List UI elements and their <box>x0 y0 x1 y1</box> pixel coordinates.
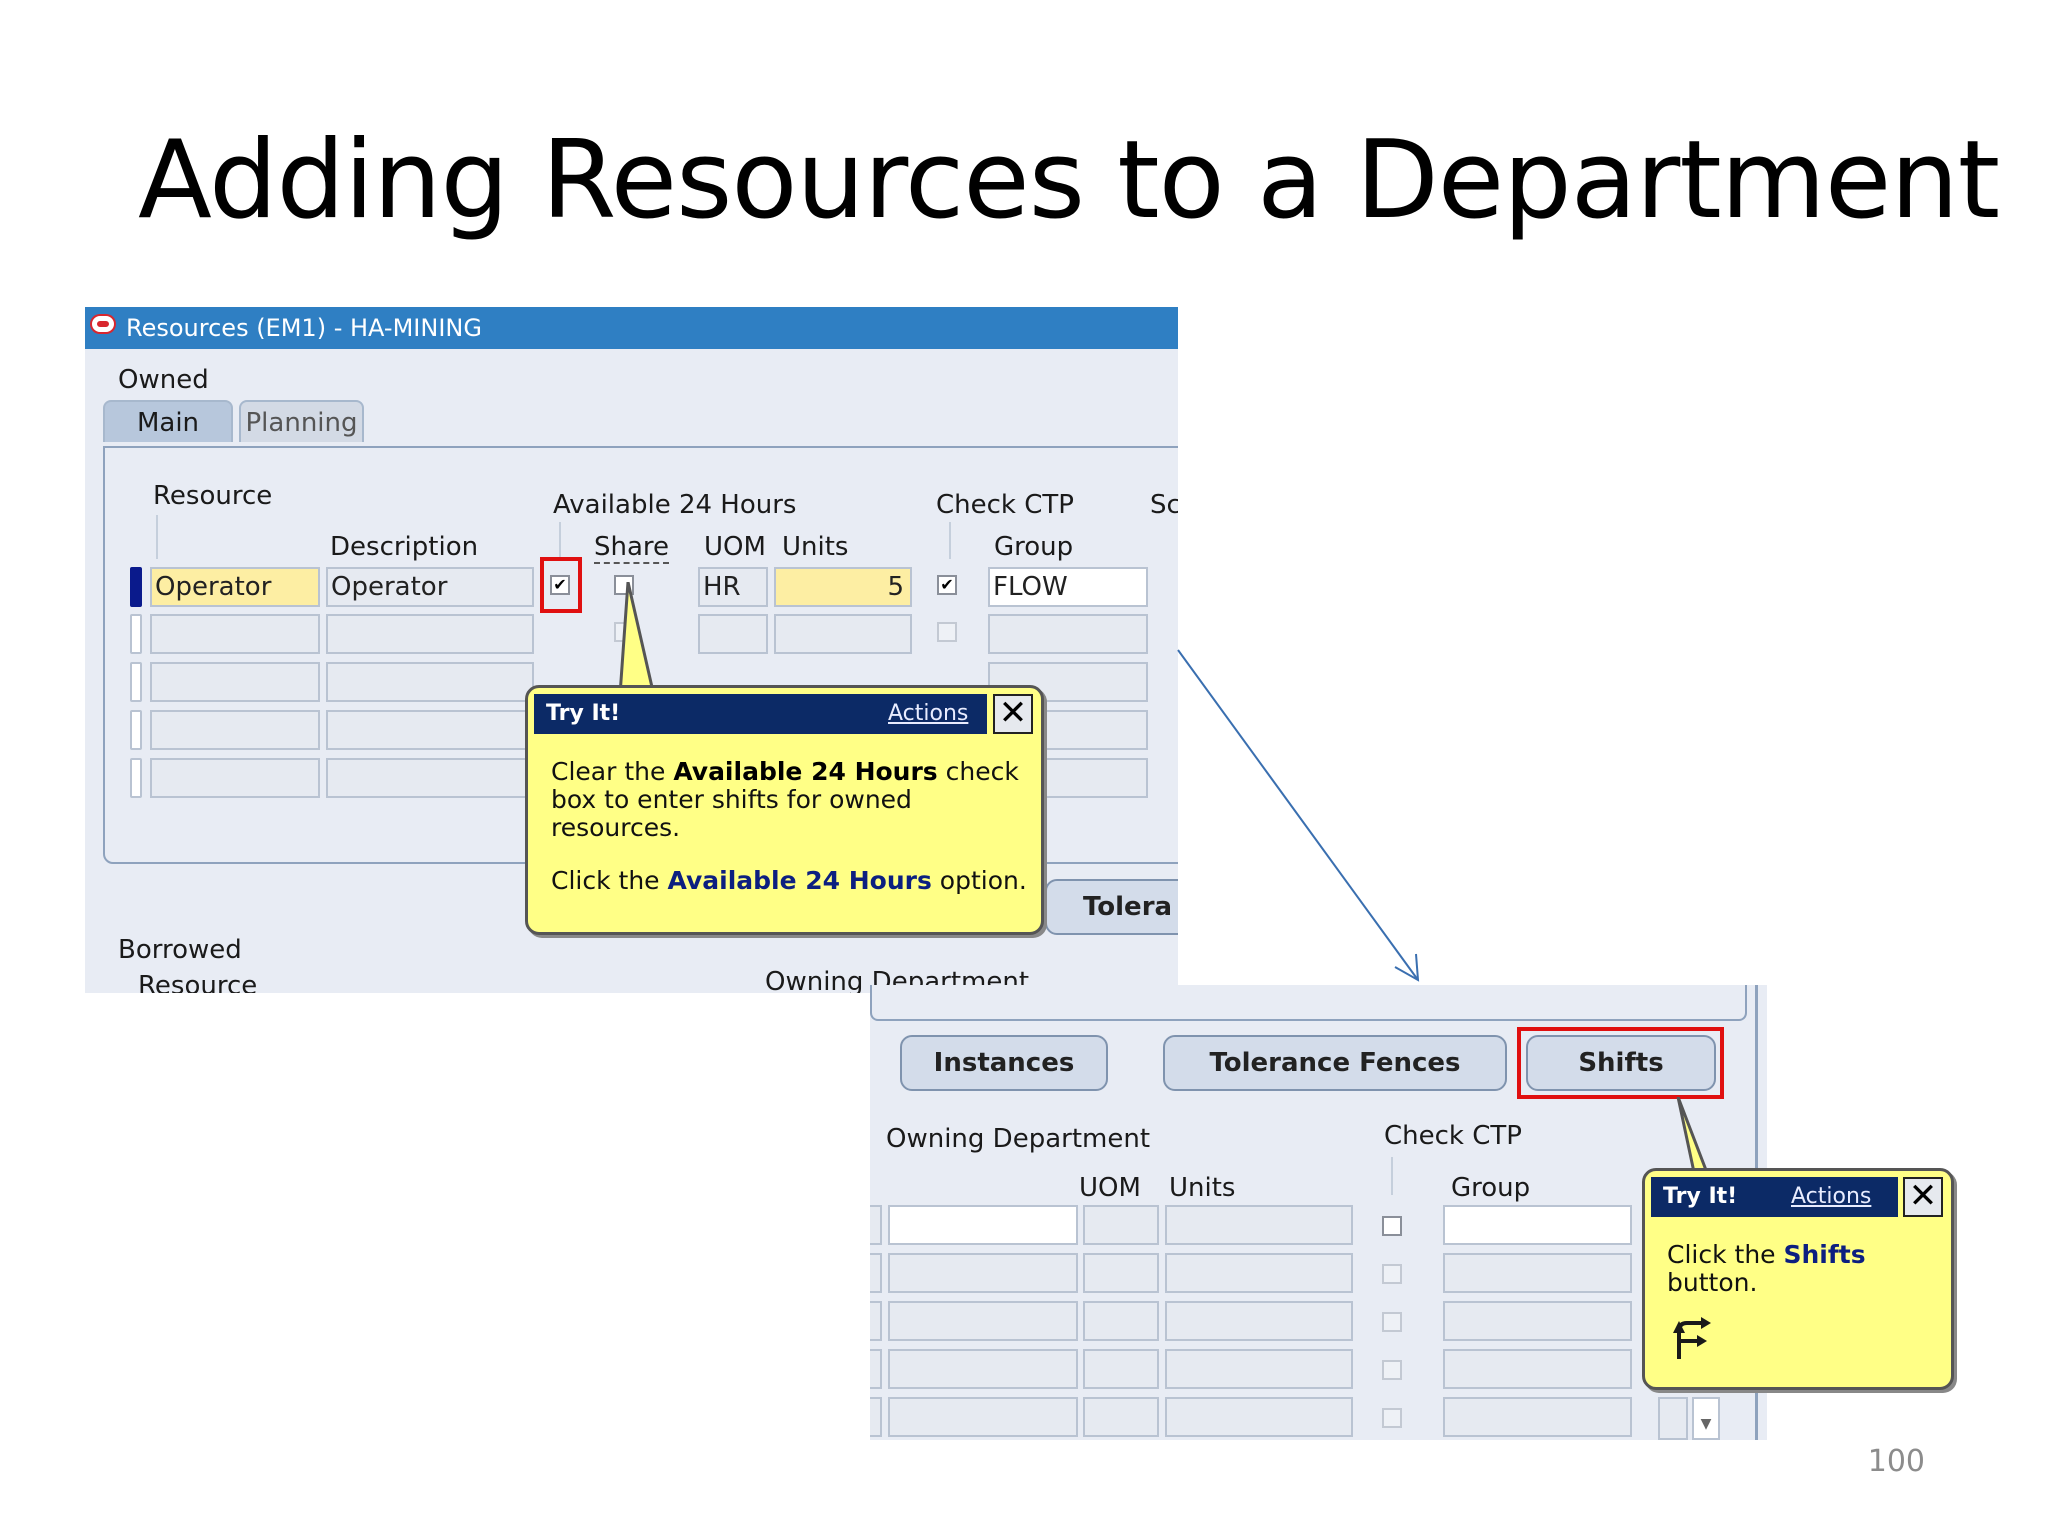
scroll-down-icon[interactable]: ▼ <box>1692 1397 1720 1440</box>
owning-department-field[interactable] <box>888 1397 1078 1437</box>
owning-department-field[interactable] <box>888 1205 1078 1245</box>
units-field[interactable] <box>1165 1253 1353 1293</box>
next-step-arrow-icon[interactable] <box>1669 1317 1713 1363</box>
owning-department-field[interactable] <box>888 1349 1078 1389</box>
actions-link[interactable]: Actions <box>1791 1177 1871 1217</box>
group-field[interactable] <box>1443 1253 1632 1293</box>
bubble-header: Try It! Actions <box>1651 1177 1898 1217</box>
shifts-button[interactable]: Shifts <box>1526 1035 1716 1091</box>
column-separator <box>1391 1157 1393 1195</box>
try-it-label: Try It! <box>1663 1184 1738 1209</box>
units-field[interactable] <box>1165 1349 1353 1389</box>
owning-department-field[interactable] <box>888 1301 1078 1341</box>
group-field[interactable] <box>1443 1349 1632 1389</box>
page-number: 100 <box>1867 1444 1925 1479</box>
try-it-bubble-shifts: Try It! Actions ✕ Click the Shifts butto… <box>1642 1168 1954 1390</box>
units-field[interactable] <box>1165 1301 1353 1341</box>
uom-field[interactable] <box>1083 1205 1159 1245</box>
scrollbar-track[interactable] <box>1658 1397 1688 1440</box>
group-field[interactable] <box>1443 1301 1632 1341</box>
instances-button[interactable]: Instances <box>900 1035 1108 1091</box>
resources-window-lower: Instances Tolerance Fences Shifts Owning… <box>870 985 1767 1440</box>
uom-header: UOM <box>1079 1173 1141 1203</box>
row-indicator[interactable] <box>870 1349 882 1389</box>
check-ctp-checkbox[interactable] <box>1382 1360 1402 1380</box>
units-header: Units <box>1169 1173 1236 1203</box>
owning-department-field[interactable] <box>888 1253 1078 1293</box>
bubble-instructions: Click the Shifts button. <box>1667 1240 1866 1297</box>
check-ctp-header: Check CTP <box>1384 1121 1522 1151</box>
group-field[interactable] <box>1443 1397 1632 1437</box>
units-field[interactable] <box>1165 1397 1353 1437</box>
group-field[interactable] <box>1443 1205 1632 1245</box>
owning-department-header: Owning Department <box>886 1124 1151 1154</box>
uom-field[interactable] <box>1083 1397 1159 1437</box>
tolerance-fences-button[interactable]: Tolerance Fences <box>1163 1035 1507 1091</box>
check-ctp-checkbox[interactable] <box>1382 1216 1402 1236</box>
close-icon[interactable]: ✕ <box>1903 1177 1943 1217</box>
uom-field[interactable] <box>1083 1301 1159 1341</box>
group-header: Group <box>1451 1173 1531 1203</box>
uom-field[interactable] <box>1083 1253 1159 1293</box>
uom-field[interactable] <box>1083 1349 1159 1389</box>
row-indicator[interactable] <box>870 1253 882 1293</box>
row-indicator[interactable] <box>870 1397 882 1437</box>
check-ctp-checkbox[interactable] <box>1382 1264 1402 1284</box>
panel-bottom-edge <box>870 985 1747 1021</box>
row-indicator[interactable] <box>870 1205 882 1245</box>
units-field[interactable] <box>1165 1205 1353 1245</box>
check-ctp-checkbox[interactable] <box>1382 1408 1402 1428</box>
check-ctp-checkbox[interactable] <box>1382 1312 1402 1332</box>
row-indicator[interactable] <box>870 1301 882 1341</box>
